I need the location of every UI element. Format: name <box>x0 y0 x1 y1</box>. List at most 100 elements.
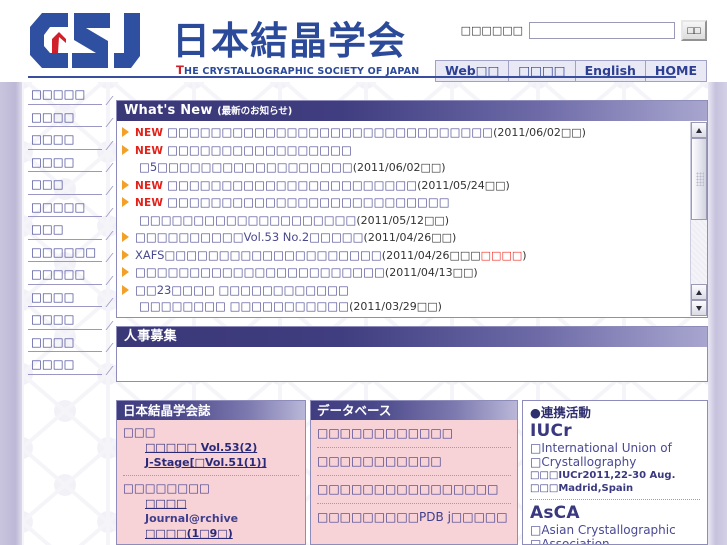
site-search: □□□□□□ □□ <box>461 20 707 41</box>
triangle-bullet-icon <box>122 127 129 137</box>
scrollbar-track[interactable] <box>691 138 707 283</box>
database-item-4[interactable]: □□□□□□□□□PDB j□□□□□ <box>317 509 511 526</box>
sidebar-tick <box>96 365 114 375</box>
database-item-3[interactable]: □□□□□□□□□□□□□□□□ <box>317 481 511 498</box>
news-item[interactable]: □□23□□□□ □□□□□□□□□□□□ □□□□□□□□ □□□□□□□□□… <box>121 282 687 316</box>
collab-org-name[interactable]: AsCA <box>530 504 700 523</box>
scroll-up-button[interactable] <box>691 122 707 138</box>
sidebar-item-label: □□□□□□ <box>31 244 97 259</box>
journal-link-archive-1[interactable]: □□□□ <box>145 496 299 511</box>
journal-latest-label: □□□ <box>123 425 156 439</box>
sidebar-item-label: □□□□ <box>31 154 75 169</box>
sidebar-tick <box>96 275 114 285</box>
collaboration-entry-iucr[interactable]: IUCr □International Union of □Crystallog… <box>530 422 700 495</box>
sidebar-item-6[interactable]: □□□□□ <box>22 197 114 220</box>
sidebar-item-label: □□□□□ <box>31 267 86 281</box>
collab-org-name[interactable]: IUCr <box>530 422 700 441</box>
sidebar-rule <box>28 171 102 172</box>
sidebar-item-label: □□□□ <box>31 312 75 326</box>
whats-new-subtitle: (最新のお知らせ) <box>217 106 293 117</box>
grip-dots-icon <box>696 172 704 186</box>
scroll-up-button-bottom[interactable] <box>691 284 707 300</box>
news-text[interactable]: XAFS□□□□□□□□□□□□□□□□□□□□ <box>135 248 382 262</box>
journal-link-journal-archive[interactable]: Journal@rchive <box>145 511 299 526</box>
sidebar-item-label: □□□□ <box>31 132 75 146</box>
news-text[interactable]: □□□□□□□□□□□□□□□□□□□□□□□ <box>135 265 385 279</box>
news-item[interactable]: NEW □□□□□□□□□□□□□□□□□□□□□□□□□□□□□□(2011/0… <box>121 124 687 142</box>
sidebar-item-3[interactable]: □□□□ <box>22 129 114 152</box>
jobs-body <box>117 347 707 381</box>
sidebar-tick <box>96 140 114 150</box>
sidebar-rule <box>28 261 102 262</box>
scrollbar-bottom-buttons <box>691 284 707 316</box>
database-item-1[interactable]: □□□□□□□□□□□□ <box>317 425 511 442</box>
scroll-down-button[interactable] <box>691 300 707 316</box>
nav-item-web[interactable]: Web□□ <box>436 61 510 81</box>
database-header: データベース <box>311 401 517 420</box>
jobs-panel: 人事募集 <box>116 326 708 382</box>
news-item[interactable]: NEW □□□□□□□□□□□□□□□□□□□□□□□□□□ □□□□□□□□□□… <box>121 194 687 229</box>
site-logo[interactable]: 日本結晶学会 THE CRYSTALLOGRAPHIC SOCIETY OF J… <box>28 11 419 77</box>
news-item[interactable]: NEW □□□□□□□□□□□□□□□□□ □5□□□□□□□□□□□□□□□□□… <box>121 142 687 177</box>
sidebar-rule <box>28 328 102 330</box>
news-date-tail: ) <box>522 248 527 262</box>
sidebar-item-5[interactable]: □□□ <box>22 174 114 197</box>
collab-org-full-1: □International Union of <box>530 441 672 455</box>
news-text[interactable]: □□□□□□□□□□□□□□□□□□□□□□□□□□ <box>167 195 450 209</box>
news-text[interactable]: □□□□□□□□□□□□□□□□□ <box>167 143 352 157</box>
journal-link-archive-4[interactable]: □□□□□□□□□1□5□□□ <box>145 541 299 544</box>
collaboration-entry-asca[interactable]: AsCA □Asian Crystallographic □Associatio… <box>530 504 700 545</box>
sidebar-item-1[interactable]: □□□□□ <box>22 84 114 107</box>
sidebar-tick <box>96 118 114 127</box>
search-input[interactable] <box>529 22 675 39</box>
sidebar-item-4[interactable]: □□□□ <box>22 152 114 175</box>
sidebar-item-13[interactable]: □□□□ <box>22 354 114 377</box>
triangle-bullet-icon <box>122 232 129 242</box>
journal-link-archive-3[interactable]: □□□□(1□9□) <box>145 526 299 541</box>
news-text-cont[interactable]: □5□□□□□□□□□□□□□□□□□□(2011/06/02□□) <box>135 159 687 177</box>
news-text[interactable]: □□□□□□□□□□Vol.53 No.2□□□□□ <box>135 230 364 244</box>
database-item-2[interactable]: □□□□□□□□□□□ <box>317 453 511 470</box>
sidebar-item-9[interactable]: □□□□□ <box>22 264 114 287</box>
sidebar-item-label: □□□□ <box>31 289 75 304</box>
news-text[interactable]: □□□□□□□□□□□□□□□□□□□□□□□□□□□□□□ <box>167 125 493 139</box>
sidebar-item-10[interactable]: □□□□ <box>22 287 114 310</box>
news-scrollbar[interactable] <box>690 122 707 316</box>
news-date: (2011/05/12□□) <box>356 213 450 227</box>
journal-archive-label: □□□□□□□□ <box>123 481 210 495</box>
sidebar-tick <box>96 163 114 172</box>
news-item[interactable]: □□□□□□□□□□Vol.53 No.2□□□□□(2011/04/26□□) <box>121 229 687 247</box>
news-text-cont[interactable]: □□□□□□□□□□□□□□□□□□□□(2011/05/12□□) <box>135 212 687 230</box>
scrollbar-thumb[interactable] <box>691 138 707 220</box>
sidebar-item-11[interactable]: □□□□ <box>22 309 114 332</box>
journal-link-current-volume[interactable]: □□□□□ Vol.53(2) <box>145 440 299 455</box>
nav-item-english[interactable]: English <box>576 61 646 81</box>
news-item[interactable]: □□□□□□□□□□□□□□□□□ □□□□□□XFEL□□□□□□□□□□□□… <box>121 316 687 318</box>
sidebar-rule <box>28 283 102 285</box>
news-text[interactable]: □□□□□□□□□□□□□□□□□□□□□□□ <box>167 178 417 192</box>
nav-item-sitemap[interactable]: □□□□ <box>509 61 576 81</box>
news-item[interactable]: □□□□□□□□□□□□□□□□□□□□□□□(2011/04/13□□) <box>121 264 687 282</box>
whats-new-panel: What's New (最新のお知らせ) NEW □□□□□□□□□□□□□□□□… <box>116 100 708 318</box>
news-text[interactable]: □□□□□□□□□□□□□□□□□ <box>135 317 320 318</box>
news-text[interactable]: □□23□□□□ □□□□□□□□□□□□ <box>135 283 349 297</box>
sidebar-item-8[interactable]: □□□□□□ <box>22 242 114 265</box>
news-item[interactable]: XAFS□□□□□□□□□□□□□□□□□□□□(2011/04/26□□□□□… <box>121 247 687 265</box>
sidebar-item-12[interactable]: □□□□ <box>22 332 114 355</box>
news-item[interactable]: NEW □□□□□□□□□□□□□□□□□□□□□□□(2011/05/24□□) <box>121 177 687 195</box>
search-button[interactable]: □□ <box>681 20 707 41</box>
site-header: 日本結晶学会 THE CRYSTALLOGRAPHIC SOCIETY OF J… <box>0 0 727 82</box>
nav-item-home[interactable]: HOME <box>646 61 706 81</box>
sidebar-item-2[interactable]: □□□□ <box>22 107 114 130</box>
database-panel: データベース □□□□□□□□□□□□ □□□□□□□□□□□ □□□□□□□□… <box>310 400 518 545</box>
triangle-bullet-icon <box>122 267 129 277</box>
news-date: (2011/04/13□□) <box>384 266 478 279</box>
collaboration-panel: ●連携活動 IUCr □International Union of □Crys… <box>522 400 708 545</box>
news-text-cont-label: □□□□□□□□□□□□□□□□□□□□ <box>139 212 357 227</box>
sidebar-item-7[interactable]: □□□ <box>22 219 114 242</box>
arrow-up-icon <box>696 290 702 295</box>
journal-link-jstage[interactable]: J-Stage[□Vol.51(1)] <box>145 455 299 470</box>
divider <box>317 503 511 504</box>
news-text-cont[interactable]: □□□□□□□□ □□□□□□□□□□□(2011/03/29□□) <box>135 298 687 316</box>
sidebar-rule <box>28 306 102 307</box>
